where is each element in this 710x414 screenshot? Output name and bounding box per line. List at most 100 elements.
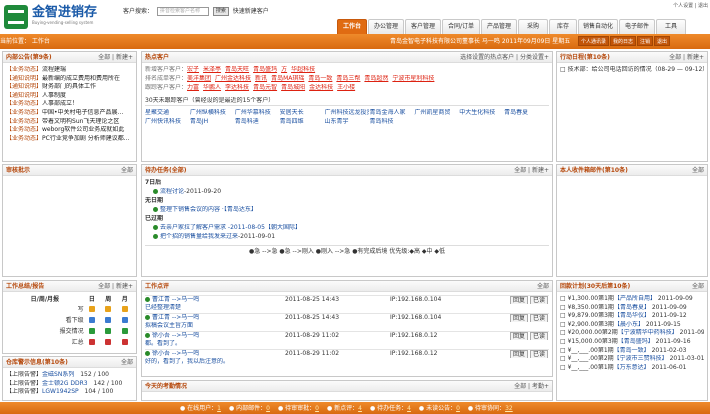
- comment-author[interactable]: 曹江青 -->马一鸣: [152, 314, 199, 321]
- hot-customer-link[interactable]: 宁波市星利科技: [392, 75, 434, 82]
- report-icon[interactable]: [121, 328, 128, 335]
- panel-actions[interactable]: 全部: [692, 283, 704, 290]
- notice-text[interactable]: 带着文明构Sun飞天理论之区: [42, 118, 119, 125]
- notice-text[interactable]: weborg软件公司业务成就如此: [42, 126, 124, 133]
- footer-stat-value[interactable]: 1: [217, 405, 221, 412]
- payment-item[interactable]: □ ¥15,000.00第3期【青岛盛玛】 2011-09-16: [560, 338, 704, 347]
- bar-button-0[interactable]: 个人通讯录: [578, 36, 610, 46]
- report-icon[interactable]: [121, 306, 128, 313]
- reply-button[interactable]: 回复: [510, 350, 529, 358]
- payment-item[interactable]: □ ¥__,___.00第1期【万东意达】 2011-06-01: [560, 364, 704, 373]
- footer-stat[interactable]: ● 未读公告：0: [419, 405, 460, 412]
- footer-stat-value[interactable]: 32: [505, 405, 513, 412]
- recent-customer-link[interactable]: 广州科技远龙投资: [325, 109, 370, 116]
- tab-2[interactable]: 客户管理: [405, 19, 441, 34]
- report-icon[interactable]: [105, 306, 112, 313]
- payment-customer[interactable]: 【青岛春夏】: [614, 304, 650, 311]
- report-icon[interactable]: [88, 317, 95, 324]
- recent-customer-link[interactable]: 青岛金海人家: [369, 109, 414, 116]
- recent-customer-link[interactable]: 山东青宇: [325, 118, 370, 125]
- payment-customer[interactable]: 【宁波市三赞科技】: [614, 355, 668, 362]
- recent-customer-link[interactable]: 青岛四维: [280, 118, 325, 125]
- footer-stat[interactable]: ● 待办任务：4: [370, 405, 411, 412]
- search-input[interactable]: 拼音检索客户名称: [156, 7, 209, 16]
- notice-text[interactable]: 财务部门的具体工作: [42, 83, 96, 90]
- hot-customer-link[interactable]: 王小楼: [337, 84, 355, 91]
- report-icon[interactable]: [121, 317, 128, 324]
- notice-text[interactable]: 流程建瑞: [42, 66, 66, 73]
- brand-logo[interactable]: 金智进销存 Buying-vending-selling system: [4, 3, 124, 31]
- tab-1[interactable]: 办公管理: [368, 19, 404, 34]
- hot-customer-link[interactable]: 青岛天旺: [225, 66, 249, 73]
- notice-item[interactable]: 【业务动态】带着文明构Sun飞天理论之区: [6, 118, 133, 127]
- panel-actions[interactable]: 全部 | 新建+: [669, 54, 704, 61]
- notice-text[interactable]: 人事部成立！: [42, 100, 78, 107]
- panel-actions[interactable]: 全部: [121, 167, 133, 174]
- footer-stat-value[interactable]: 4: [358, 405, 362, 412]
- panel-actions[interactable]: 全部: [537, 283, 549, 290]
- recent-customer-link[interactable]: 安居天长: [280, 109, 325, 116]
- payment-customer[interactable]: 【万东意达】: [614, 364, 650, 371]
- report-icon[interactable]: [105, 339, 112, 346]
- read-button[interactable]: 已读: [530, 332, 549, 340]
- todo-item[interactable]: 流程讨论-2011-09-20: [145, 188, 549, 197]
- recent-customer-link[interactable]: 广州快讯科技: [145, 118, 190, 125]
- schedule-item[interactable]: □ 技术部：给公司电话回访的情况（08-29 — 09-12）【青岛: [560, 66, 704, 75]
- bar-button-2[interactable]: 注销: [637, 36, 654, 46]
- notice-item[interactable]: 【通知说明】财务部门的具体工作: [6, 83, 133, 92]
- payment-customer[interactable]: 【青岛一致】: [614, 347, 650, 354]
- notice-item[interactable]: 【业务动态】weborg软件公司业务成就如此: [6, 126, 133, 135]
- recent-customer-link[interactable]: 青岛JH: [190, 118, 235, 125]
- tab-5[interactable]: 采购: [518, 19, 548, 34]
- footer-stat[interactable]: ● 待审协同：32: [468, 405, 513, 412]
- payment-item[interactable]: □ ¥9,879.00第3期【青岛华仪】 2011-09-12: [560, 312, 704, 321]
- payment-item[interactable]: □ ¥20,000.00第2期【宁波精华中药科技】 2011-09-14: [560, 329, 704, 338]
- read-button[interactable]: 已读: [530, 314, 549, 322]
- hot-customer-link[interactable]: 青岛元智: [253, 84, 277, 91]
- hot-customer-link[interactable]: 青岛一致: [308, 75, 332, 82]
- hot-customer-link[interactable]: 宏子: [187, 66, 199, 73]
- payment-item[interactable]: □ ¥1,300.00第1期【产品所自用】 2011-09-09: [560, 295, 704, 304]
- payment-customer[interactable]: 【青岛盛玛】: [618, 338, 654, 345]
- hot-customer-link[interactable]: 青岛城阳: [281, 84, 305, 91]
- payment-item[interactable]: □ ¥8,350.00第1期【青岛春夏】 2011-09-09: [560, 304, 704, 313]
- hot-customer-link[interactable]: 李达科技: [225, 84, 249, 91]
- report-icon[interactable]: [121, 339, 128, 346]
- report-icon[interactable]: [105, 328, 112, 335]
- notice-item[interactable]: 【通知说明】人事制度: [6, 92, 133, 101]
- notice-text[interactable]: 人事制度: [42, 92, 66, 99]
- tab-8[interactable]: 电子邮件: [619, 19, 655, 34]
- panel-actions[interactable]: 全部 | 考勤+: [514, 383, 549, 390]
- tab-3[interactable]: 合同/订单: [442, 19, 480, 34]
- todo-text[interactable]: 把个招的销售量给我发来过来: [160, 233, 238, 240]
- stock-item[interactable]: 【上限告警】金士顿2G DDR3 142 / 100: [6, 380, 133, 389]
- read-button[interactable]: 已读: [530, 350, 549, 358]
- bar-button-1[interactable]: 我的日志: [610, 36, 637, 46]
- payment-item[interactable]: □ ¥2,900.00第3期【晨小东】 2011-09-15: [560, 321, 704, 330]
- stock-name[interactable]: LGW1942SP: [42, 388, 79, 395]
- hot-customer-link[interactable]: 金达科技: [309, 84, 333, 91]
- todo-item[interactable]: 整理下销售会议的内容 ·【青岛达东】: [145, 206, 549, 215]
- hot-customer-link[interactable]: 广州金达科技: [215, 75, 251, 82]
- comment-author[interactable]: 徐小吾 -->马一鸣: [152, 332, 199, 339]
- report-icon[interactable]: [88, 306, 95, 313]
- panel-actions[interactable]: 全部: [121, 359, 133, 366]
- tab-7[interactable]: 销售自动化: [578, 19, 618, 34]
- footer-stat[interactable]: ● 新点评：4: [327, 405, 362, 412]
- hot-customer-link[interactable]: 华超科技: [291, 66, 315, 73]
- notice-item[interactable]: 【业务动态】中国•中关村电子信息产品展...: [6, 109, 133, 118]
- stock-name[interactable]: 金士顿2G DDR3: [42, 380, 88, 387]
- payment-customer[interactable]: 【晨小东】: [614, 321, 644, 328]
- footer-stat-value[interactable]: 4: [407, 405, 411, 412]
- recent-customer-link[interactable]: 青岛科技: [369, 118, 414, 125]
- payment-item[interactable]: □ ¥__,___.00第1期【青岛一致】 2011-02-03: [560, 347, 704, 356]
- recent-customer-link[interactable]: 广州纵横科技: [190, 109, 235, 116]
- tab-4[interactable]: 产品管理: [481, 19, 517, 34]
- bar-button-3[interactable]: 退出: [654, 36, 671, 46]
- stock-name[interactable]: 金磁SN系列: [42, 371, 74, 378]
- new-customer-link[interactable]: 快速新建客户: [233, 8, 269, 15]
- recent-customer-link[interactable]: 广州凯星商贸: [414, 109, 459, 116]
- todo-text[interactable]: 流程讨论: [160, 188, 184, 195]
- notice-text[interactable]: PC行业竞争加剧 分析师建议都...: [42, 135, 129, 142]
- panel-actions[interactable]: 全部: [692, 167, 704, 174]
